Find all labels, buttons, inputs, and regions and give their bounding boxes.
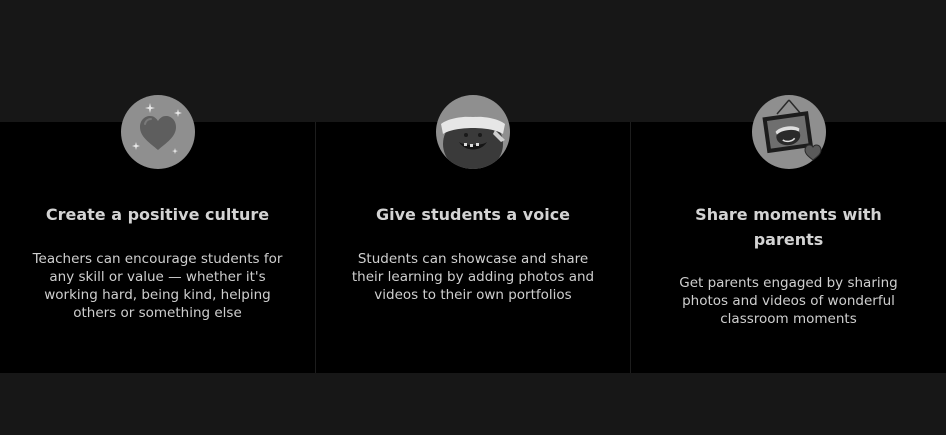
monster-headband-icon bbox=[435, 94, 511, 170]
feature-card-positive-culture: Create a positive culture Teachers can e… bbox=[0, 95, 316, 373]
feature-cards: Create a positive culture Teachers can e… bbox=[0, 95, 946, 373]
feature-description: Students can showcase and share their le… bbox=[351, 251, 595, 303]
feature-title: Share moments with parents bbox=[695, 205, 882, 249]
feature-description: Get parents engaged by sharing photos an… bbox=[679, 275, 898, 327]
heart-sparkle-icon bbox=[120, 94, 196, 170]
feature-description: Teachers can encourage students for any … bbox=[32, 251, 283, 321]
features-section: Create a positive culture Teachers can e… bbox=[0, 0, 946, 435]
feature-title: Give students a voice bbox=[375, 205, 571, 224]
photo-frame-heart-icon bbox=[751, 94, 827, 170]
feature-card-student-voice: Give students a voice Students can showc… bbox=[316, 95, 631, 373]
feature-card-share-moments: Share moments with parents Get parents e… bbox=[631, 95, 946, 373]
feature-title: Create a positive culture bbox=[45, 205, 270, 224]
